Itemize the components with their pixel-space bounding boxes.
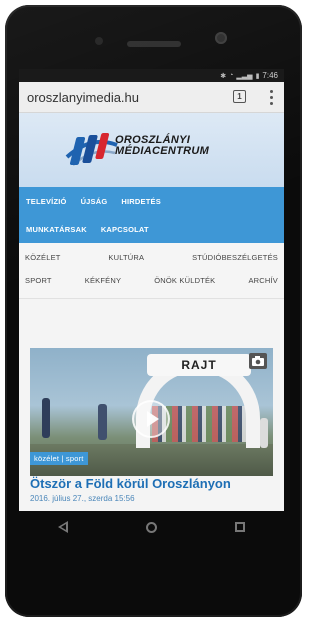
bluetooth-icon: ✱ [220,72,227,80]
category-sport[interactable]: SPORT [25,276,52,285]
article-headline[interactable]: Ötször a Föld körül Oroszlányon [30,476,273,491]
photo-person [42,398,50,438]
category-row-1: KÖZÉLET KULTÚRA STÚDIÓBESZÉLGETÉS [25,246,278,269]
category-studiobeszelgetes[interactable]: STÚDIÓBESZÉLGETÉS [192,253,278,262]
status-time: 7:46 [262,71,278,80]
address-bar[interactable]: oroszlanyimedia.hu [27,90,139,105]
status-bar: ✱ ◔ ▂▃▅ ▮ 7:46 [19,69,284,82]
article-video-thumbnail[interactable]: RAJT közélet | sport [30,348,273,476]
main-navigation: TELEVÍZIÓ ÚJSÁG HIRDETÉS MUNKATÁRSAK KAP… [19,187,284,243]
main-nav-row-1: TELEVÍZIÓ ÚJSÁG HIRDETÉS [26,187,277,215]
front-camera [215,32,227,44]
nav-item-kapcsolat[interactable]: KAPCSOLAT [101,225,149,234]
site-brand-name[interactable]: OROSZLÁNYI MÉDIACENTRUM [115,135,209,157]
nav-item-ujsag[interactable]: ÚJSÁG [81,197,108,206]
category-kekfeny[interactable]: KÉKFÉNY [85,276,121,285]
back-icon[interactable] [58,521,68,533]
battery-icon: ▮ [255,72,260,80]
category-archiv[interactable]: ARCHÍV [248,276,278,285]
category-kozelet[interactable]: KÖZÉLET [25,253,61,262]
play-button-icon[interactable] [132,400,170,438]
signal-icon: ▂▃▅ [236,72,253,80]
tab-switcher-button[interactable]: 1 [233,90,246,103]
tab-count: 1 [237,92,242,101]
category-row-2: SPORT KÉKFÉNY ÖNÖK KÜLDTÉK ARCHÍV [25,269,278,292]
nav-item-munkatarsak[interactable]: MUNKATÁRSAK [26,225,87,234]
category-onok-kuldtek[interactable]: ÖNÖK KÜLDTÉK [154,276,215,285]
photo-person [260,418,268,448]
category-kultura[interactable]: KULTÚRA [108,253,144,262]
earpiece-speaker [127,41,181,47]
browser-toolbar: oroszlanyimedia.hu 1 [19,82,284,113]
proximity-sensor [95,37,103,45]
category-navigation: KÖZÉLET KULTÚRA STÚDIÓBESZÉLGETÉS SPORT … [19,243,284,299]
photo-sign-text: RAJT [181,358,217,372]
site-header: OROSZLÁNYI MÉDIACENTRUM [19,113,284,187]
nav-item-hirdetes[interactable]: HIRDETÉS [121,197,161,206]
home-icon[interactable] [146,521,157,533]
site-logo-icon[interactable] [63,127,119,171]
android-nav-bar [19,512,284,542]
article-category-tag[interactable]: közélet | sport [30,452,88,465]
main-nav-row-2: MUNKATÁRSAK KAPCSOLAT [26,215,277,243]
article-date: 2016. július 27., szerda 15:56 [30,494,135,503]
featured-article[interactable]: RAJT közélet | sport Ötször a Föld körül… [30,348,273,511]
phone-screen: ✱ ◔ ▂▃▅ ▮ 7:46 oroszlanyimedia.hu 1 OROS… [19,69,284,511]
recent-apps-icon[interactable] [235,522,245,532]
wifi-icon: ◔ [229,72,234,79]
overflow-menu-icon[interactable] [267,88,275,106]
nav-item-televizio[interactable]: TELEVÍZIÓ [26,197,67,206]
photo-person [98,404,107,440]
photo-arch-sign: RAJT [147,354,251,376]
camera-icon [249,353,267,369]
brand-line-2: MÉDIACENTRUM [115,145,210,157]
